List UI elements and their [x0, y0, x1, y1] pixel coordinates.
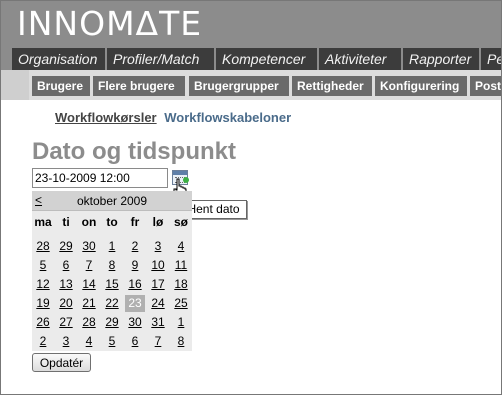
calendar-day[interactable]: 20	[56, 295, 76, 312]
calendar-day[interactable]: 8	[102, 257, 122, 274]
weekday-label: to	[106, 215, 118, 229]
subtab-post[interactable]: Post	[470, 76, 501, 96]
calendar-day[interactable]: 7	[79, 257, 99, 274]
calendar-day[interactable]: 4	[171, 238, 191, 255]
calendar-day[interactable]: 30	[125, 314, 145, 331]
update-button[interactable]: Opdatér	[32, 353, 91, 372]
calendar-day[interactable]: 5	[102, 333, 122, 350]
sub-nav-strip	[1, 70, 29, 100]
page-links: Workflowkørsler Workflowskabeloner	[55, 110, 291, 125]
subtab-rettigheder[interactable]: Rettigheder	[292, 76, 372, 96]
link-workflow-runs[interactable]: Workflowkørsler	[55, 110, 157, 125]
calendar-day[interactable]: 21	[79, 295, 99, 312]
calendar-day[interactable]: 1	[102, 238, 122, 255]
calendar-day[interactable]: 8	[171, 333, 191, 350]
subtab-flere-brugere[interactable]: Flere brugere	[93, 76, 185, 96]
calendar-header: oktober 2009 <	[32, 191, 192, 211]
calendar-day[interactable]: 3	[148, 238, 168, 255]
calendar-day[interactable]: 17	[148, 276, 168, 293]
weekday-label: fr	[130, 215, 140, 229]
subtab-brugergrupper[interactable]: Brugergrupper	[189, 76, 289, 96]
tab-pe[interactable]: Pe	[481, 48, 501, 70]
weekday-label: sø	[173, 215, 188, 229]
subtab-konfigurering[interactable]: Konfigurering	[375, 76, 467, 96]
calendar-day[interactable]: 6	[56, 257, 76, 274]
calendar-day[interactable]: 3	[56, 333, 76, 350]
calendar-day[interactable]: 4	[79, 333, 99, 350]
calendar-day[interactable]: 5	[33, 257, 53, 274]
calendar-day[interactable]: 12	[33, 276, 53, 293]
calendar-day[interactable]: 14	[79, 276, 99, 293]
weekday-label: on	[81, 215, 97, 229]
calendar-day[interactable]: 29	[102, 314, 122, 331]
calendar-day[interactable]: 30	[79, 238, 99, 255]
calendar-day[interactable]: 22	[102, 295, 122, 312]
page-title: Dato og tidspunkt	[32, 138, 236, 165]
calendar-day[interactable]: 2	[125, 238, 145, 255]
tab-profiler-match[interactable]: Profiler/Match	[107, 48, 214, 70]
calendar-day[interactable]: 9	[125, 257, 145, 274]
tab-kompetencer[interactable]: Kompetencer	[216, 48, 317, 70]
calendar-day[interactable]: 2	[33, 333, 53, 350]
calendar-day[interactable]: 25	[171, 295, 191, 312]
calendar-day[interactable]: 13	[56, 276, 76, 293]
calendar-day[interactable]: 11	[171, 257, 191, 274]
calendar-day[interactable]: 28	[79, 314, 99, 331]
calendar-day[interactable]: 18	[171, 276, 191, 293]
calendar-day[interactable]: 28	[33, 238, 53, 255]
app-header: INNOMΔTE	[1, 1, 501, 48]
tab-aktiviteter[interactable]: Aktiviteter	[319, 48, 401, 70]
calendar-day[interactable]: 15	[102, 276, 122, 293]
weekday-label: lø	[152, 215, 164, 229]
calendar-month-label: oktober 2009	[76, 194, 148, 208]
link-workflow-templates[interactable]: Workflowskabeloner	[164, 110, 291, 125]
date-time-input[interactable]	[32, 168, 168, 188]
calendar-day[interactable]: 1	[171, 314, 191, 331]
previous-month-link[interactable]: <	[35, 193, 42, 207]
weekday-label: ma	[34, 215, 52, 229]
calendar-day[interactable]: 24	[148, 295, 168, 312]
main-nav: Organisation Profiler/Match Kompetencer …	[1, 47, 501, 70]
calendar-day-selected[interactable]: 23	[125, 295, 145, 312]
calendar-day[interactable]: 31	[148, 314, 168, 331]
calendar-day[interactable]: 29	[56, 238, 76, 255]
calendar-day[interactable]: 10	[148, 257, 168, 274]
calendar-day[interactable]: 6	[125, 333, 145, 350]
calendar-day[interactable]: 27	[56, 314, 76, 331]
calendar-day[interactable]: 19	[33, 295, 53, 312]
weekday-row: ma ti on to fr lø sø	[32, 215, 192, 231]
app-logo: INNOMΔTE	[17, 4, 203, 43]
tab-rapporter[interactable]: Rapporter	[403, 48, 479, 70]
calendar-icon-header	[173, 171, 187, 175]
calendar-day[interactable]: 26	[33, 314, 53, 331]
calendar-day[interactable]: 7	[148, 333, 168, 350]
tab-organisation[interactable]: Organisation	[12, 48, 105, 70]
sub-nav: Brugere Flere brugere Brugergrupper Rett…	[1, 70, 501, 100]
date-picker-calendar: oktober 2009 < ma ti on to fr lø sø 28 29 30 1 2 3 4…	[32, 191, 192, 351]
calendar-day[interactable]: 16	[125, 276, 145, 293]
weekday-label: ti	[62, 215, 70, 229]
subtab-brugere[interactable]: Brugere	[32, 76, 90, 96]
